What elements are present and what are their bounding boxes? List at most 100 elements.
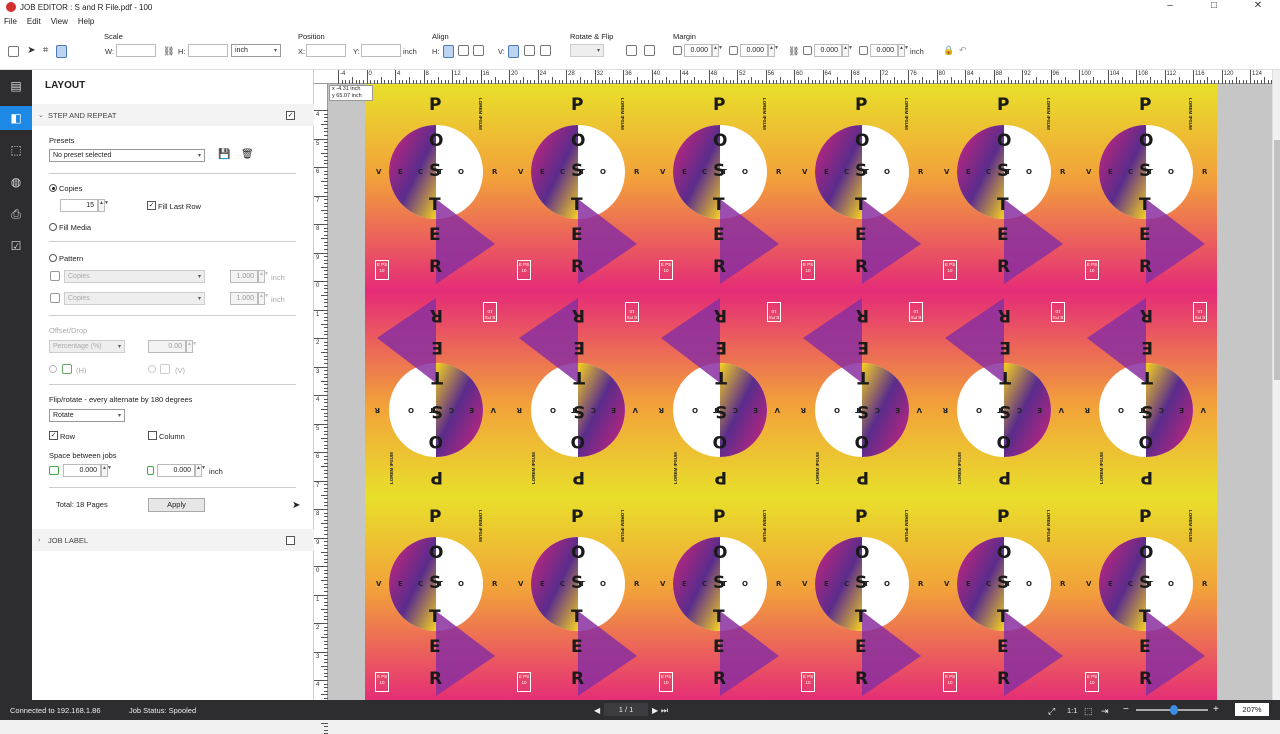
pointer-tool-icon[interactable]: ➤ [27, 45, 35, 56]
hand-tool-icon[interactable] [55, 45, 67, 58]
flip-vertical-icon[interactable] [644, 45, 655, 56]
canvas[interactable]: P O S T E R V E C T O R LOREM IPSUM E PS 10 P O S T E R V E C T… [328, 84, 1272, 700]
align-middle-v-icon[interactable] [524, 45, 535, 56]
delete-preset-icon[interactable]: 🗑 [241, 149, 254, 160]
menu-view[interactable]: View [51, 17, 68, 26]
copies-radio[interactable] [49, 184, 57, 192]
vertical-space-spinner[interactable]: ▲▼ [195, 464, 206, 477]
job-label-header[interactable]: › JOB LABEL [32, 529, 314, 551]
transform-icon[interactable]: ⬚ [8, 142, 24, 158]
apply-button[interactable]: Apply [148, 498, 205, 512]
close-button[interactable]: ✕ [1236, 0, 1280, 14]
zoom-out-icon[interactable]: − [1123, 704, 1129, 715]
actual-size-icon[interactable]: 1:1 [1067, 706, 1077, 715]
menu-file[interactable]: File [4, 17, 17, 26]
presets-select[interactable]: No preset selected ▾ [49, 149, 205, 162]
zoom-slider-handle[interactable] [1170, 705, 1178, 715]
poster-tile[interactable]: P O S T E R V E C T O R LOREM IPSUM E PS 10 [933, 84, 1075, 292]
pattern-row1-spinner[interactable]: ▲▼ [258, 270, 269, 283]
margin-bottom-input[interactable]: 0.000 [740, 44, 768, 57]
row-checkbox[interactable]: ✓ [49, 431, 58, 440]
margin-link-icon[interactable]: ⛓ [788, 46, 799, 57]
align-center-h-icon[interactable] [458, 45, 469, 56]
pattern-radio[interactable] [49, 254, 57, 262]
offset-v-radio[interactable] [148, 365, 156, 373]
poster-tile[interactable]: P O S T E R V E C T O R LOREM IPSUM E PS 10 [1075, 290, 1217, 498]
align-top-icon[interactable] [508, 45, 519, 58]
crop-tool-icon[interactable]: ⌗ [43, 45, 49, 56]
color-icon[interactable]: ◍ [8, 174, 24, 190]
poster-tile[interactable]: P O S T E R V E C T O R LOREM IPSUM E PS 10 [507, 496, 649, 700]
column-checkbox[interactable] [148, 431, 157, 440]
checklist-icon[interactable]: ☑ [8, 238, 24, 254]
undo-icon[interactable]: ↶ [959, 45, 967, 56]
margin-right-spinner[interactable]: ▲▼ [898, 44, 909, 57]
pattern-row1-input[interactable]: 1.000 [230, 270, 258, 283]
fill-media-radio[interactable] [49, 223, 57, 231]
poster-tile[interactable]: P O S T E R V E C T O R LOREM IPSUM E PS 10 [507, 290, 649, 498]
scale-h-input[interactable] [188, 44, 228, 57]
poster-tile[interactable]: P O S T E R V E C T O R LOREM IPSUM E PS 10 [649, 84, 791, 292]
fill-last-row-checkbox[interactable]: ✓ [147, 201, 156, 210]
pattern-row2-select[interactable]: Copies ▾ [64, 292, 205, 305]
poster-tile[interactable]: P O S T E R V E C T O R LOREM IPSUM E PS 10 [649, 496, 791, 700]
rotate-select[interactable]: ▾ [570, 44, 604, 57]
zoom-level[interactable]: 207% [1235, 703, 1269, 716]
margin-right-input[interactable]: 0.000 [870, 44, 898, 57]
pattern-row2-input[interactable]: 1.000 [230, 292, 258, 305]
pattern-row1-select[interactable]: Copies ▾ [64, 270, 205, 283]
step-repeat-checkbox[interactable]: ✓ [286, 111, 295, 120]
margin-bottom-spinner[interactable]: ▲▼ [768, 44, 779, 57]
flip-horizontal-icon[interactable] [626, 45, 637, 56]
offset-value-spinner[interactable]: ▲▼ [186, 340, 197, 353]
poster-tile[interactable]: P O S T E R V E C T O R LOREM IPSUM E PS 10 [649, 290, 791, 498]
page-indicator[interactable]: 1 / 1 [604, 703, 648, 716]
pattern-row2-spinner[interactable]: ▲▼ [258, 292, 269, 305]
printer-icon[interactable]: ⎙ [8, 206, 24, 222]
margin-top-spinner[interactable]: ▲▼ [712, 44, 723, 57]
poster-tile[interactable]: P O S T E R V E C T O R LOREM IPSUM E PS 10 [933, 496, 1075, 700]
poster-tile[interactable]: P O S T E R V E C T O R LOREM IPSUM E PS 10 [365, 496, 507, 700]
margin-top-input[interactable]: 0.000 [684, 44, 712, 57]
prev-page-icon[interactable]: ◀ [594, 706, 600, 715]
menu-help[interactable]: Help [78, 17, 94, 26]
offset-type-select[interactable]: Percentage (%) ▾ [49, 340, 125, 353]
fit-height-icon[interactable]: ⇥ [1101, 706, 1109, 717]
scale-unit-select[interactable]: inch ▾ [231, 44, 281, 57]
align-left-icon[interactable] [443, 45, 454, 58]
job-label-checkbox[interactable] [286, 536, 295, 545]
maximize-button[interactable]: □ [1192, 0, 1236, 14]
poster-tile[interactable]: P O S T E R V E C T O R LOREM IPSUM E PS 10 [791, 496, 933, 700]
vertical-scrollbar[interactable] [1272, 70, 1280, 700]
vertical-space-input[interactable]: 0.000 [157, 464, 195, 477]
copies-input[interactable]: 15 [60, 199, 98, 212]
position-x-input[interactable] [306, 44, 346, 57]
scrollbar-thumb[interactable] [1274, 140, 1280, 380]
poster-tile[interactable]: P O S T E R V E C T O R LOREM IPSUM E PS 10 [933, 290, 1075, 498]
offset-h-radio[interactable] [49, 365, 57, 373]
minimize-button[interactable]: – [1148, 0, 1192, 14]
poster-tile[interactable]: P O S T E R V E C T O R LOREM IPSUM E PS 10 [507, 84, 649, 292]
copies-spinner[interactable]: ▲▼ [98, 199, 109, 212]
offset-value-input[interactable]: 0.00 [148, 340, 186, 353]
lock-ratio-icon[interactable]: ⛓ [163, 46, 174, 57]
next-page-icon[interactable]: ▶ [652, 706, 658, 715]
poster-tile[interactable]: P O S T E R V E C T O R LOREM IPSUM E PS 10 [1075, 496, 1217, 700]
zoom-in-icon[interactable]: + [1213, 704, 1219, 715]
position-y-input[interactable] [361, 44, 401, 57]
margin-left-input[interactable]: 0.000 [814, 44, 842, 57]
save-preset-icon[interactable]: 💾 [218, 149, 230, 160]
scale-w-input[interactable] [116, 44, 156, 57]
lock-icon[interactable]: 🔒 [943, 45, 954, 56]
margin-left-spinner[interactable]: ▲▼ [842, 44, 853, 57]
fit-page-icon[interactable]: ⤢ [1048, 706, 1055, 717]
poster-tile[interactable]: P O S T E R V E C T O R LOREM IPSUM E PS 10 [791, 84, 933, 292]
document-icon[interactable]: ▤ [8, 78, 24, 94]
poster-tile[interactable]: P O S T E R V E C T O R LOREM IPSUM E PS 10 [365, 290, 507, 498]
horizontal-space-spinner[interactable]: ▲▼ [101, 464, 112, 477]
poster-tile[interactable]: P O S T E R V E C T O R LOREM IPSUM E PS 10 [365, 84, 507, 292]
step-repeat-header[interactable]: ⌄ STEP AND REPEAT [32, 104, 314, 126]
fit-width-icon[interactable]: ⬚ [1084, 706, 1093, 717]
save-icon[interactable] [8, 45, 19, 57]
menu-edit[interactable]: Edit [27, 17, 41, 26]
